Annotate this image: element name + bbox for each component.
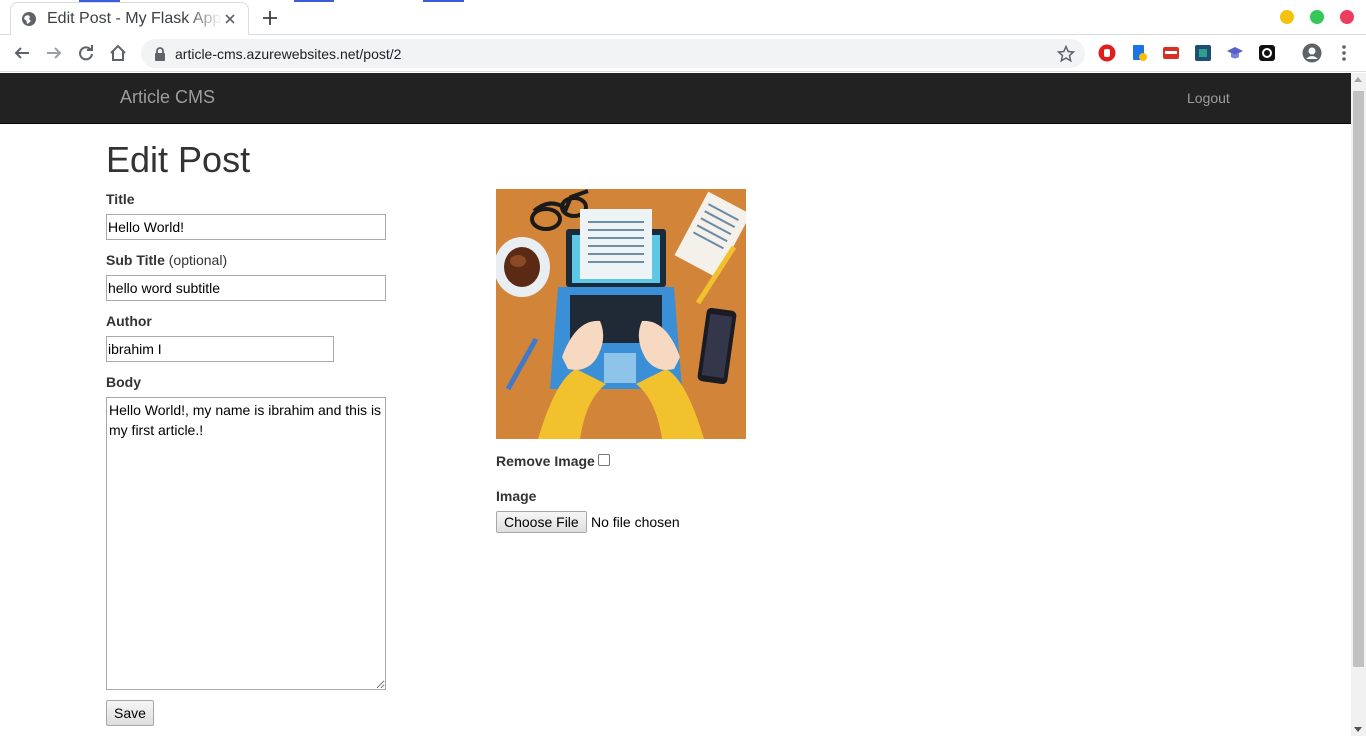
browser-tab[interactable]: Edit Post - My Flask App [10, 2, 249, 35]
lock-icon [153, 46, 167, 61]
remove-image-checkbox[interactable] [598, 454, 610, 466]
decor-mark [423, 0, 464, 2]
title-input[interactable] [106, 214, 386, 240]
address-bar[interactable]: article-cms.azurewebsites.net/post/2 [141, 39, 1085, 68]
url-text: article-cms.azurewebsites.net/post/2 [175, 45, 402, 62]
remove-image-label: Remove Image [496, 453, 595, 469]
scrollbar-thumb[interactable] [1353, 91, 1364, 667]
red-shield-icon[interactable] [1098, 44, 1116, 62]
author-input[interactable] [106, 336, 334, 362]
choose-file-button[interactable]: Choose File [496, 511, 587, 533]
red-badge-icon[interactable] [1162, 44, 1180, 62]
decor-mark [294, 0, 334, 2]
page-viewport: Article CMS Logout Edit Post Title Sub T… [0, 73, 1351, 736]
purple-cap-icon[interactable] [1226, 44, 1244, 62]
image-label: Image [496, 488, 537, 504]
profile-avatar-icon[interactable] [1302, 43, 1322, 63]
subtitle-optional-text: (optional) [168, 252, 228, 268]
tab-title: Edit Post - My Flask App [47, 10, 222, 27]
browser-tabstrip: Edit Post - My Flask App [0, 0, 1366, 35]
title-label: Title [106, 191, 135, 207]
logout-link[interactable]: Logout [1187, 90, 1230, 106]
body-label: Body [106, 374, 141, 390]
brand-link[interactable]: Article CMS [120, 87, 215, 108]
post-image [496, 189, 746, 439]
back-arrow-icon[interactable] [10, 41, 34, 65]
close-window-button[interactable] [1340, 10, 1354, 24]
body-textarea[interactable]: Hello World!, my name is ibrahim and thi… [106, 397, 386, 690]
save-button[interactable]: Save [106, 700, 154, 726]
author-label: Author [106, 313, 152, 329]
page-scrollbar[interactable] [1351, 73, 1366, 736]
reload-icon[interactable] [74, 41, 98, 65]
close-icon[interactable] [222, 11, 238, 27]
scroll-down-icon[interactable] [1354, 727, 1362, 732]
forward-arrow-icon[interactable] [42, 41, 66, 65]
blue-doc-icon[interactable] [1130, 44, 1148, 62]
maximize-button[interactable] [1310, 10, 1324, 24]
black-square-icon[interactable] [1258, 44, 1276, 62]
subtitle-label-text: Sub Title [106, 252, 165, 268]
browser-toolbar: article-cms.azurewebsites.net/post/2 [0, 35, 1366, 72]
no-file-text: No file chosen [591, 514, 680, 530]
scroll-up-icon[interactable] [1354, 77, 1362, 82]
home-icon[interactable] [106, 41, 130, 65]
minimize-button[interactable] [1280, 10, 1294, 24]
teal-square-icon[interactable] [1194, 44, 1212, 62]
page-title: Edit Post [106, 139, 251, 180]
more-menu-icon[interactable] [1336, 44, 1352, 62]
globe-icon [21, 11, 37, 27]
bookmark-star-icon[interactable] [1056, 44, 1076, 63]
new-tab-button[interactable] [259, 7, 281, 29]
subtitle-input[interactable] [106, 275, 386, 301]
subtitle-label: Sub Title (optional) [106, 252, 227, 268]
site-navbar: Article CMS Logout [0, 73, 1351, 124]
